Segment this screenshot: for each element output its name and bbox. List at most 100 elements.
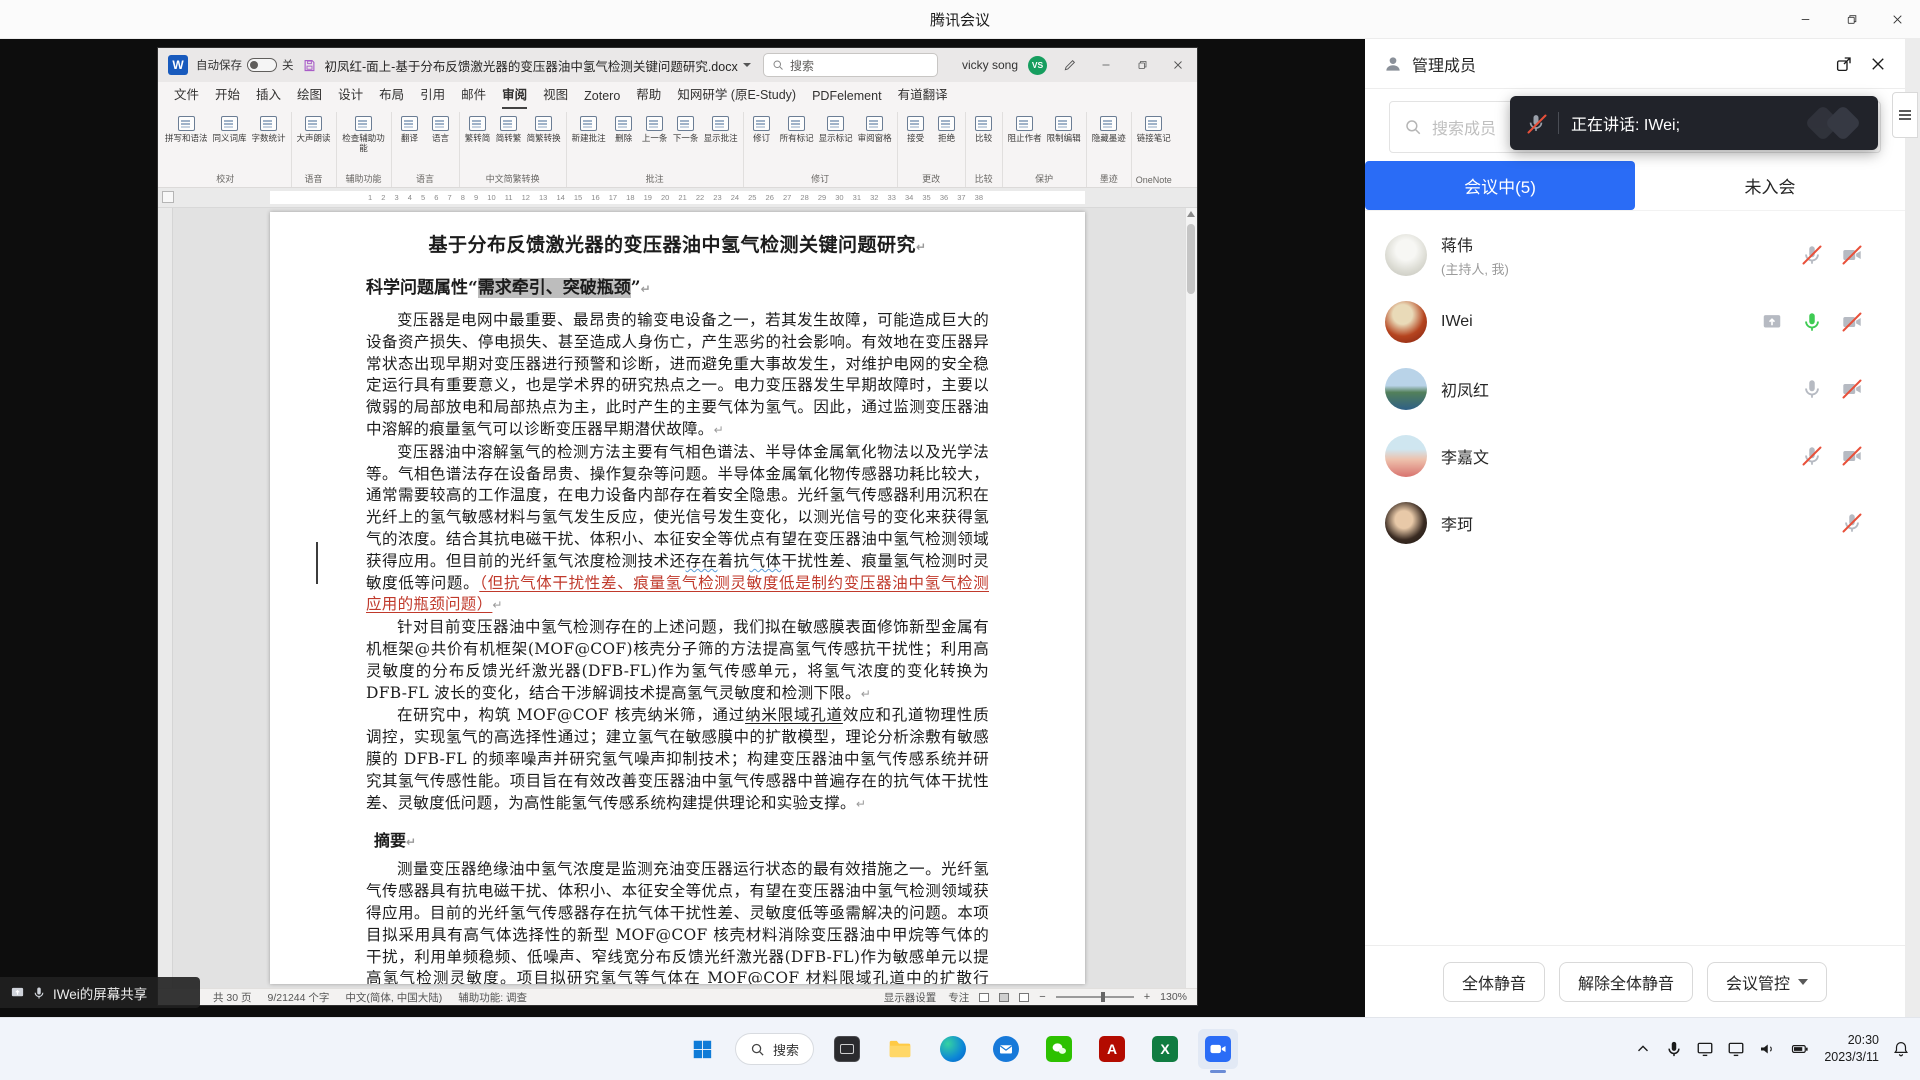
tencent-meeting-icon[interactable] xyxy=(1198,1029,1238,1069)
scroll-up-arrow[interactable] xyxy=(1187,211,1195,217)
zoom-out-button[interactable]: − xyxy=(1039,991,1045,1003)
status-item[interactable]: 辅助功能: 调查 xyxy=(458,990,527,1005)
status-item[interactable]: 9/21244 个字 xyxy=(268,990,330,1005)
menu-tab[interactable]: 引用 xyxy=(412,79,453,110)
status-item[interactable]: 显示器设置 xyxy=(884,990,937,1005)
ribbon-button[interactable]: 同义词库 xyxy=(211,113,249,147)
zoom-level[interactable]: 130% xyxy=(1160,991,1187,1003)
menu-tab[interactable]: 审阅 xyxy=(494,79,535,110)
ribbon-button[interactable]: 简转繁 xyxy=(494,113,524,147)
mic-muted-icon[interactable] xyxy=(1841,512,1863,534)
screen-sharing-icon[interactable] xyxy=(1761,311,1783,333)
menu-tab[interactable]: 布局 xyxy=(371,79,412,110)
battery-icon[interactable] xyxy=(1789,1040,1811,1058)
camera-off-icon[interactable] xyxy=(1841,378,1863,400)
ribbon-button[interactable]: 隐藏墨迹 xyxy=(1090,113,1128,147)
menu-tab[interactable]: 知网研学 (原E-Study) xyxy=(669,79,804,110)
ribbon-button[interactable]: 删除 xyxy=(609,113,639,147)
menu-tab[interactable]: 邮件 xyxy=(453,79,494,110)
member-row[interactable]: 蒋伟(主持人, 我) xyxy=(1365,221,1905,288)
acrobat-icon[interactable]: A xyxy=(1092,1029,1132,1069)
document-title[interactable]: 初凤红-面上-基于分布反馈激光器的变压器油中氢气检测关键问题研究.docx xyxy=(325,56,751,75)
member-row[interactable]: IWei xyxy=(1365,288,1905,355)
account-name[interactable]: vicky song xyxy=(962,58,1018,72)
zoom-slider-thumb[interactable] xyxy=(1101,992,1105,1002)
ribbon-button[interactable]: 大声朗读 xyxy=(295,113,333,147)
document-viewport[interactable]: 基于分布反馈激光器的变压器油中氢气检测关键问题研究↵科学问题属性“需求牵引、突破… xyxy=(158,208,1197,988)
zoom-slider[interactable] xyxy=(1056,996,1134,998)
status-item[interactable]: 共 30 页 xyxy=(213,990,252,1005)
hidden-icons-chevron[interactable] xyxy=(1634,1040,1652,1058)
horizontal-ruler[interactable]: 1 2 3 4 5 6 7 8 9 10 11 12 13 14 15 16 1… xyxy=(158,188,1197,208)
vertical-scrollbar[interactable] xyxy=(1185,208,1197,988)
meeting-control-button[interactable]: 会议管控 xyxy=(1707,962,1827,1002)
menu-tab[interactable]: 有道翻译 xyxy=(890,79,956,110)
maximize-button[interactable] xyxy=(1828,0,1874,39)
menu-tab[interactable]: 插入 xyxy=(248,79,289,110)
tab-not-joined[interactable]: 未入会 xyxy=(1635,161,1905,210)
ribbon-button[interactable]: 链接笔记 xyxy=(1135,113,1173,147)
print-layout-button[interactable] xyxy=(999,993,1009,1002)
ribbon-button[interactable]: 显示标记 xyxy=(817,113,855,147)
member-row[interactable]: 初凤红 xyxy=(1365,355,1905,422)
mic-muted-icon[interactable] xyxy=(1801,244,1823,266)
ribbon-button[interactable]: 检查辅助功能 xyxy=(340,113,388,157)
network-icon[interactable] xyxy=(1727,1040,1745,1058)
web-layout-button[interactable] xyxy=(1019,993,1029,1002)
ribbon-button[interactable]: 语言 xyxy=(426,113,456,147)
menu-tab[interactable]: 绘图 xyxy=(289,79,330,110)
excel-icon[interactable]: X xyxy=(1145,1029,1185,1069)
menu-tab[interactable]: 开始 xyxy=(207,79,248,110)
popout-icon[interactable] xyxy=(1835,55,1853,73)
ribbon-button[interactable]: 所有标记 xyxy=(778,113,816,147)
tab-in-meeting[interactable]: 会议中(5) xyxy=(1365,161,1635,210)
ribbon-button[interactable]: 繁转简 xyxy=(463,113,493,147)
panel-collapse-handle[interactable] xyxy=(1892,92,1918,138)
word-close-button[interactable] xyxy=(1165,52,1191,78)
camera-off-icon[interactable] xyxy=(1841,244,1863,266)
tray-mic-icon[interactable] xyxy=(1665,1040,1683,1058)
ribbon-button[interactable]: 修订 xyxy=(747,113,777,147)
panel-close-icon[interactable] xyxy=(1869,55,1887,73)
ribbon-button[interactable]: 新建批注 xyxy=(570,113,608,147)
ribbon-button[interactable]: 简繁转换 xyxy=(525,113,563,147)
word-search-input[interactable]: 搜索 xyxy=(763,53,938,77)
ribbon-button[interactable]: 限制编辑 xyxy=(1045,113,1083,147)
ribbon-button[interactable]: 拒绝 xyxy=(932,113,962,147)
file-explorer-icon[interactable] xyxy=(880,1029,920,1069)
menu-tab[interactable]: 文件 xyxy=(166,79,207,110)
ribbon-button[interactable]: 翻译 xyxy=(395,113,425,147)
taskbar-search[interactable]: 搜索 xyxy=(735,1033,814,1065)
volume-icon[interactable] xyxy=(1758,1040,1776,1058)
ribbon-button[interactable]: 上一条 xyxy=(640,113,670,147)
zoom-in-button[interactable]: + xyxy=(1144,991,1150,1003)
notifications-icon[interactable] xyxy=(1892,1040,1910,1058)
member-row[interactable]: 李珂 xyxy=(1365,489,1905,556)
ribbon-button[interactable]: 字数统计 xyxy=(250,113,288,147)
ribbon-button[interactable]: 阻止作者 xyxy=(1006,113,1044,147)
camera-off-icon[interactable] xyxy=(1841,311,1863,333)
document-page[interactable]: 基于分布反馈激光器的变压器油中氢气检测关键问题研究↵科学问题属性“需求牵引、突破… xyxy=(270,212,1085,984)
screen-share-banner[interactable]: IWei的屏幕共享 xyxy=(0,977,200,1008)
autosave-toggle[interactable]: 自动保存 关 xyxy=(196,57,294,73)
menu-tab[interactable]: 视图 xyxy=(535,79,576,110)
ribbon-button[interactable]: 拼写和语法 xyxy=(163,113,210,147)
app-icon-terminal[interactable] xyxy=(827,1029,867,1069)
save-icon[interactable] xyxy=(302,58,317,73)
menu-tab[interactable]: 设计 xyxy=(330,79,371,110)
pen-icon[interactable] xyxy=(1057,52,1083,78)
ribbon-button[interactable]: 显示批注 xyxy=(702,113,740,147)
ribbon-button[interactable]: 接受 xyxy=(901,113,931,147)
edge-browser-icon[interactable] xyxy=(933,1029,973,1069)
mic-icon[interactable] xyxy=(1801,378,1823,400)
mute-all-button[interactable]: 全体静音 xyxy=(1443,962,1545,1002)
minimize-button[interactable] xyxy=(1782,0,1828,39)
tray-cast-icon[interactable] xyxy=(1696,1040,1714,1058)
ribbon-button[interactable]: 比较 xyxy=(969,113,999,147)
status-item[interactable]: 中文(简体, 中国大陆) xyxy=(345,990,442,1005)
ribbon-button[interactable]: 下一条 xyxy=(671,113,701,147)
member-row[interactable]: 李嘉文 xyxy=(1365,422,1905,489)
menu-tab[interactable]: PDFelement xyxy=(804,84,889,110)
start-button[interactable] xyxy=(682,1029,722,1069)
mic-active-icon[interactable] xyxy=(1801,311,1823,333)
